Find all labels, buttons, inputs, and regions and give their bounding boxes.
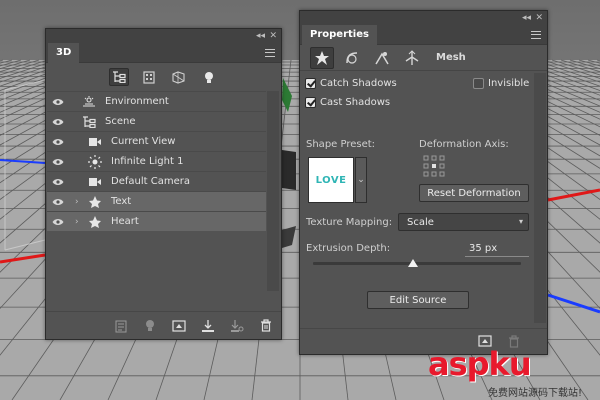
extrusion-depth-slider-thumb[interactable]: [407, 259, 418, 267]
panel-menu-icon[interactable]: [265, 49, 275, 57]
properties-scrollbar[interactable]: [534, 73, 546, 323]
tab-3d[interactable]: 3D: [48, 43, 80, 63]
chevron-right-icon[interactable]: ›: [75, 197, 85, 207]
layer-row[interactable]: Default Camera: [47, 171, 266, 191]
reset-deformation-button[interactable]: Reset Deformation: [419, 184, 529, 202]
render-icon[interactable]: [112, 317, 130, 335]
eye-icon[interactable]: [47, 152, 69, 172]
panel-3d-topbar: ◂◂ ✕: [46, 29, 281, 43]
trash-icon[interactable]: [257, 317, 275, 335]
eye-icon[interactable]: [47, 132, 69, 152]
eye-icon[interactable]: [47, 212, 69, 232]
cap-mode-icon[interactable]: [370, 47, 394, 69]
invisible-label: Invisible: [488, 77, 530, 89]
properties-mode-bar: Mesh: [300, 45, 547, 71]
scene-filter-icon[interactable]: [108, 68, 129, 86]
invisible-checkbox[interactable]: [473, 77, 484, 89]
3d-bottom-toolbar: [46, 311, 281, 339]
panel-menu-icon[interactable]: [531, 31, 541, 39]
layer-label: Current View: [111, 136, 176, 147]
eye-icon[interactable]: [47, 92, 69, 112]
catch-shadows-label: Catch Shadows: [320, 77, 397, 89]
layer-row[interactable]: › Heart: [47, 211, 266, 231]
properties-topbar: ◂◂ ✕: [300, 11, 547, 25]
collapse-icon[interactable]: ◂◂: [522, 12, 531, 24]
collapse-icon[interactable]: ◂◂: [256, 30, 265, 42]
texture-mapping-label: Texture Mapping:: [306, 217, 393, 228]
layer-label: Default Camera: [111, 176, 190, 187]
properties-panel: ◂◂ ✕ Properties Mesh Catch Shadows Invis…: [299, 10, 548, 355]
light-filter-icon[interactable]: [199, 68, 219, 86]
shape-preset-dropdown[interactable]: ⌄: [355, 157, 367, 203]
mesh-properties: Catch Shadows Invisible Cast Shadows Sha…: [301, 73, 533, 323]
chevron-down-icon: ⌄: [357, 175, 365, 185]
cast-shadows-label: Cast Shadows: [320, 96, 391, 108]
3d-panel: ◂◂ ✕ 3D Environment Scene Current View Infi…: [45, 28, 282, 340]
deformation-axis-label: Deformation Axis:: [419, 139, 509, 150]
layer-row[interactable]: Infinite Light 1: [47, 151, 266, 171]
material-filter-icon[interactable]: [169, 68, 189, 86]
extrusion-depth-label: Extrusion Depth:: [306, 243, 391, 254]
texture-mapping-select[interactable]: Scale ▾: [398, 213, 529, 231]
scene-icon: [79, 112, 99, 132]
deformation-axis-grid-icon[interactable]: [423, 155, 445, 177]
extrusion-depth-input[interactable]: 35 px: [465, 243, 529, 257]
layer-row[interactable]: Environment: [47, 91, 266, 111]
cast-shadows-row[interactable]: Cast Shadows: [305, 94, 390, 110]
eye-icon[interactable]: [47, 192, 69, 212]
environment-icon: [79, 92, 99, 112]
chevron-down-icon: ▾: [518, 217, 523, 226]
tab-properties[interactable]: Properties: [302, 25, 377, 45]
layer-list-scrollbar[interactable]: [267, 91, 279, 291]
mesh-filter-icon[interactable]: [139, 68, 159, 86]
mesh-mode-icon[interactable]: [310, 46, 334, 69]
3d-layer-list: Environment Scene Current View Infinite Lig…: [47, 91, 266, 231]
mesh-icon: [85, 212, 105, 232]
edit-source-button[interactable]: Edit Source: [367, 291, 469, 309]
layer-row[interactable]: › Text: [47, 191, 266, 211]
texture-mapping-value: Scale: [407, 216, 434, 228]
layer-label: Environment: [105, 96, 169, 107]
camera-icon: [85, 172, 105, 192]
shape-preset-label: Shape Preset:: [306, 139, 376, 150]
chevron-right-icon[interactable]: ›: [75, 217, 85, 227]
deform-mode-icon[interactable]: [340, 47, 364, 69]
layer-row[interactable]: Current View: [47, 131, 266, 151]
catch-shadows-checkbox[interactable]: [305, 77, 316, 89]
watermark-logo: aspku 免费网站源码下载站!: [428, 344, 598, 399]
invisible-row[interactable]: Invisible: [473, 75, 529, 91]
infinite-light-icon: [85, 152, 105, 172]
3d-filter-bar: [46, 63, 281, 89]
panel-3d-tabbar: 3D: [46, 43, 281, 63]
shape-preset-thumbnail[interactable]: LOVE: [308, 157, 354, 203]
shape-preset-preview-text: LOVE: [315, 174, 347, 186]
layer-label: Scene: [105, 116, 136, 127]
coordinates-mode-icon[interactable]: [400, 47, 424, 69]
new-mesh-icon[interactable]: [170, 317, 188, 335]
light-add-icon[interactable]: [141, 317, 159, 335]
eye-icon[interactable]: [47, 172, 69, 192]
ground-icon[interactable]: [199, 317, 217, 335]
drop-to-plane-icon[interactable]: [228, 317, 246, 335]
camera-icon: [85, 132, 105, 152]
watermark-main-text: aspku: [428, 345, 532, 383]
layer-label: Text: [111, 196, 132, 207]
mode-label: Mesh: [436, 52, 466, 63]
close-icon[interactable]: ✕: [535, 12, 543, 24]
mesh-icon: [85, 192, 105, 212]
layer-label: Heart: [111, 216, 139, 227]
watermark-sub-text: 免费网站源码下载站!: [488, 388, 583, 399]
layer-row[interactable]: Scene: [47, 111, 266, 131]
eye-icon[interactable]: [47, 112, 69, 132]
cast-shadows-checkbox[interactable]: [305, 96, 316, 108]
close-icon[interactable]: ✕: [269, 30, 277, 42]
catch-shadows-row[interactable]: Catch Shadows: [305, 75, 397, 91]
layer-label: Infinite Light 1: [111, 156, 184, 167]
properties-tabbar: Properties: [300, 25, 547, 45]
